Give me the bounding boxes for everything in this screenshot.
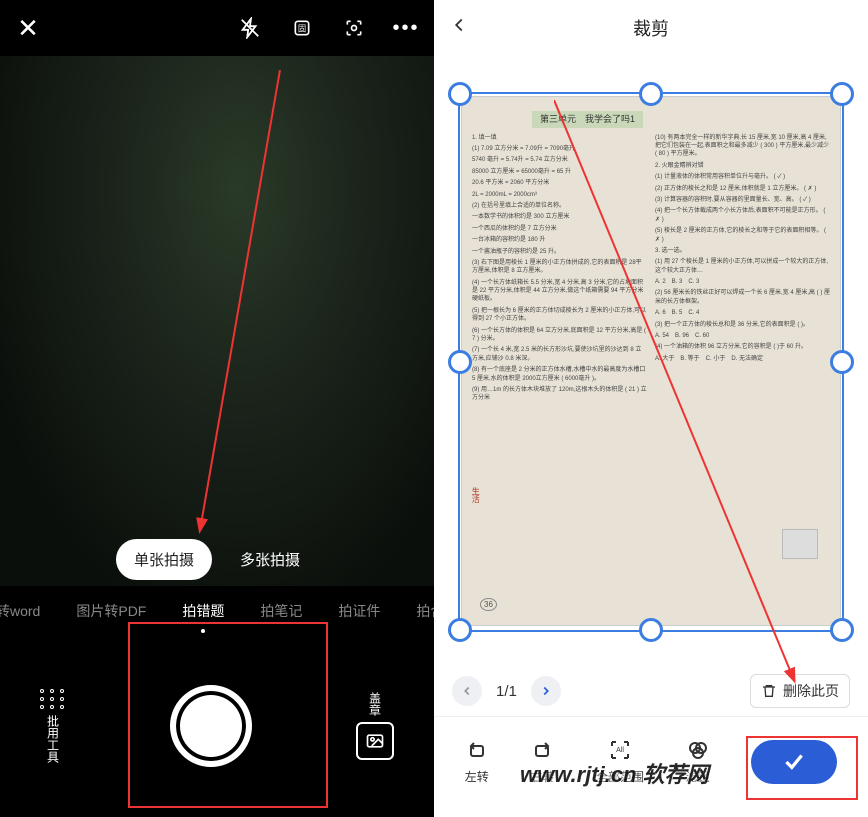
single-shot-pill[interactable]: 单张拍摄 bbox=[116, 539, 212, 580]
next-page-button[interactable] bbox=[531, 676, 561, 706]
camera-viewfinder[interactable]: 单张拍摄 多张拍摄 bbox=[0, 56, 434, 586]
aspect-button[interactable]: 固 bbox=[288, 14, 316, 42]
page-indicator: 1/1 bbox=[496, 683, 517, 700]
prev-page-button[interactable] bbox=[452, 676, 482, 706]
pager-row: 1/1 删除此页 bbox=[434, 666, 868, 716]
trash-icon bbox=[761, 683, 777, 699]
gallery-icon bbox=[356, 722, 394, 760]
tab-id-card[interactable]: 拍证件 bbox=[320, 601, 398, 621]
multi-shot-pill[interactable]: 多张拍摄 bbox=[222, 539, 318, 580]
crop-handle-mr[interactable] bbox=[830, 350, 854, 374]
chevron-right-icon bbox=[539, 684, 553, 698]
stamp-label: 盖章 bbox=[367, 692, 384, 716]
crop-title: 裁剪 bbox=[633, 15, 669, 41]
rotate-left-label: 左转 bbox=[465, 768, 489, 785]
tab-notes[interactable]: 拍笔记 bbox=[242, 601, 320, 621]
grid-icon bbox=[40, 689, 66, 709]
camera-screen: ✕ 固 ••• 单张拍摄 多张拍摄 bbox=[0, 0, 434, 817]
crop-handle-bc[interactable] bbox=[639, 618, 663, 642]
chevron-left-icon bbox=[448, 14, 470, 36]
delete-page-label: 删除此页 bbox=[783, 681, 839, 701]
crop-handle-ml[interactable] bbox=[448, 350, 472, 374]
more-button[interactable]: ••• bbox=[392, 14, 420, 42]
flash-button[interactable] bbox=[236, 14, 264, 42]
annotation-highlight-left bbox=[128, 622, 328, 808]
batch-tool-label: 批用工具 bbox=[45, 715, 62, 763]
close-button[interactable]: ✕ bbox=[14, 14, 42, 42]
back-button[interactable] bbox=[448, 14, 470, 42]
crop-handle-br[interactable] bbox=[830, 618, 854, 642]
crop-header: 裁剪 bbox=[434, 0, 868, 56]
delete-page-button[interactable]: 删除此页 bbox=[750, 674, 850, 708]
close-icon: ✕ bbox=[17, 13, 39, 44]
crop-handle-tr[interactable] bbox=[830, 82, 854, 106]
tab-wrong-question[interactable]: 拍错题 bbox=[164, 601, 242, 621]
rotate-left-icon bbox=[465, 738, 489, 762]
watermark-text: www.rjtj.cn 软荐网 bbox=[520, 757, 709, 789]
crop-stage: 第三单元 我学会了吗1 生活 1. 填一填 (1) 7.09 立方分米 = 7.… bbox=[434, 56, 868, 666]
annotation-highlight-right bbox=[746, 736, 858, 800]
crop-frame[interactable] bbox=[458, 92, 844, 632]
tab-composite[interactable]: 拍合 bbox=[398, 601, 434, 621]
more-icon: ••• bbox=[392, 17, 419, 40]
detect-icon bbox=[344, 18, 364, 38]
svg-text:All: All bbox=[616, 747, 624, 754]
flash-off-icon bbox=[239, 17, 261, 39]
shot-mode-toggle: 单张拍摄 多张拍摄 bbox=[0, 539, 434, 580]
rotate-left-button[interactable]: 左转 bbox=[465, 738, 489, 785]
gallery-button[interactable]: 盖章 bbox=[356, 692, 394, 760]
crop-handle-tl[interactable] bbox=[448, 82, 472, 106]
crop-handle-tc[interactable] bbox=[639, 82, 663, 106]
settings-button[interactable] bbox=[340, 14, 368, 42]
crop-handle-bl[interactable] bbox=[448, 618, 472, 642]
batch-tool-button[interactable]: 批用工具 bbox=[40, 689, 66, 763]
chevron-left-icon bbox=[460, 684, 474, 698]
tab-to-pdf[interactable]: 图片转PDF bbox=[58, 601, 164, 621]
aspect-icon: 固 bbox=[292, 18, 312, 38]
tab-to-word[interactable]: 片转word bbox=[0, 601, 58, 621]
camera-header: ✕ 固 ••• bbox=[0, 0, 434, 56]
svg-text:固: 固 bbox=[298, 23, 306, 33]
crop-screen: 裁剪 第三单元 我学会了吗1 生活 1. 填一填 (1) 7.09 立方分米 =… bbox=[434, 0, 868, 817]
